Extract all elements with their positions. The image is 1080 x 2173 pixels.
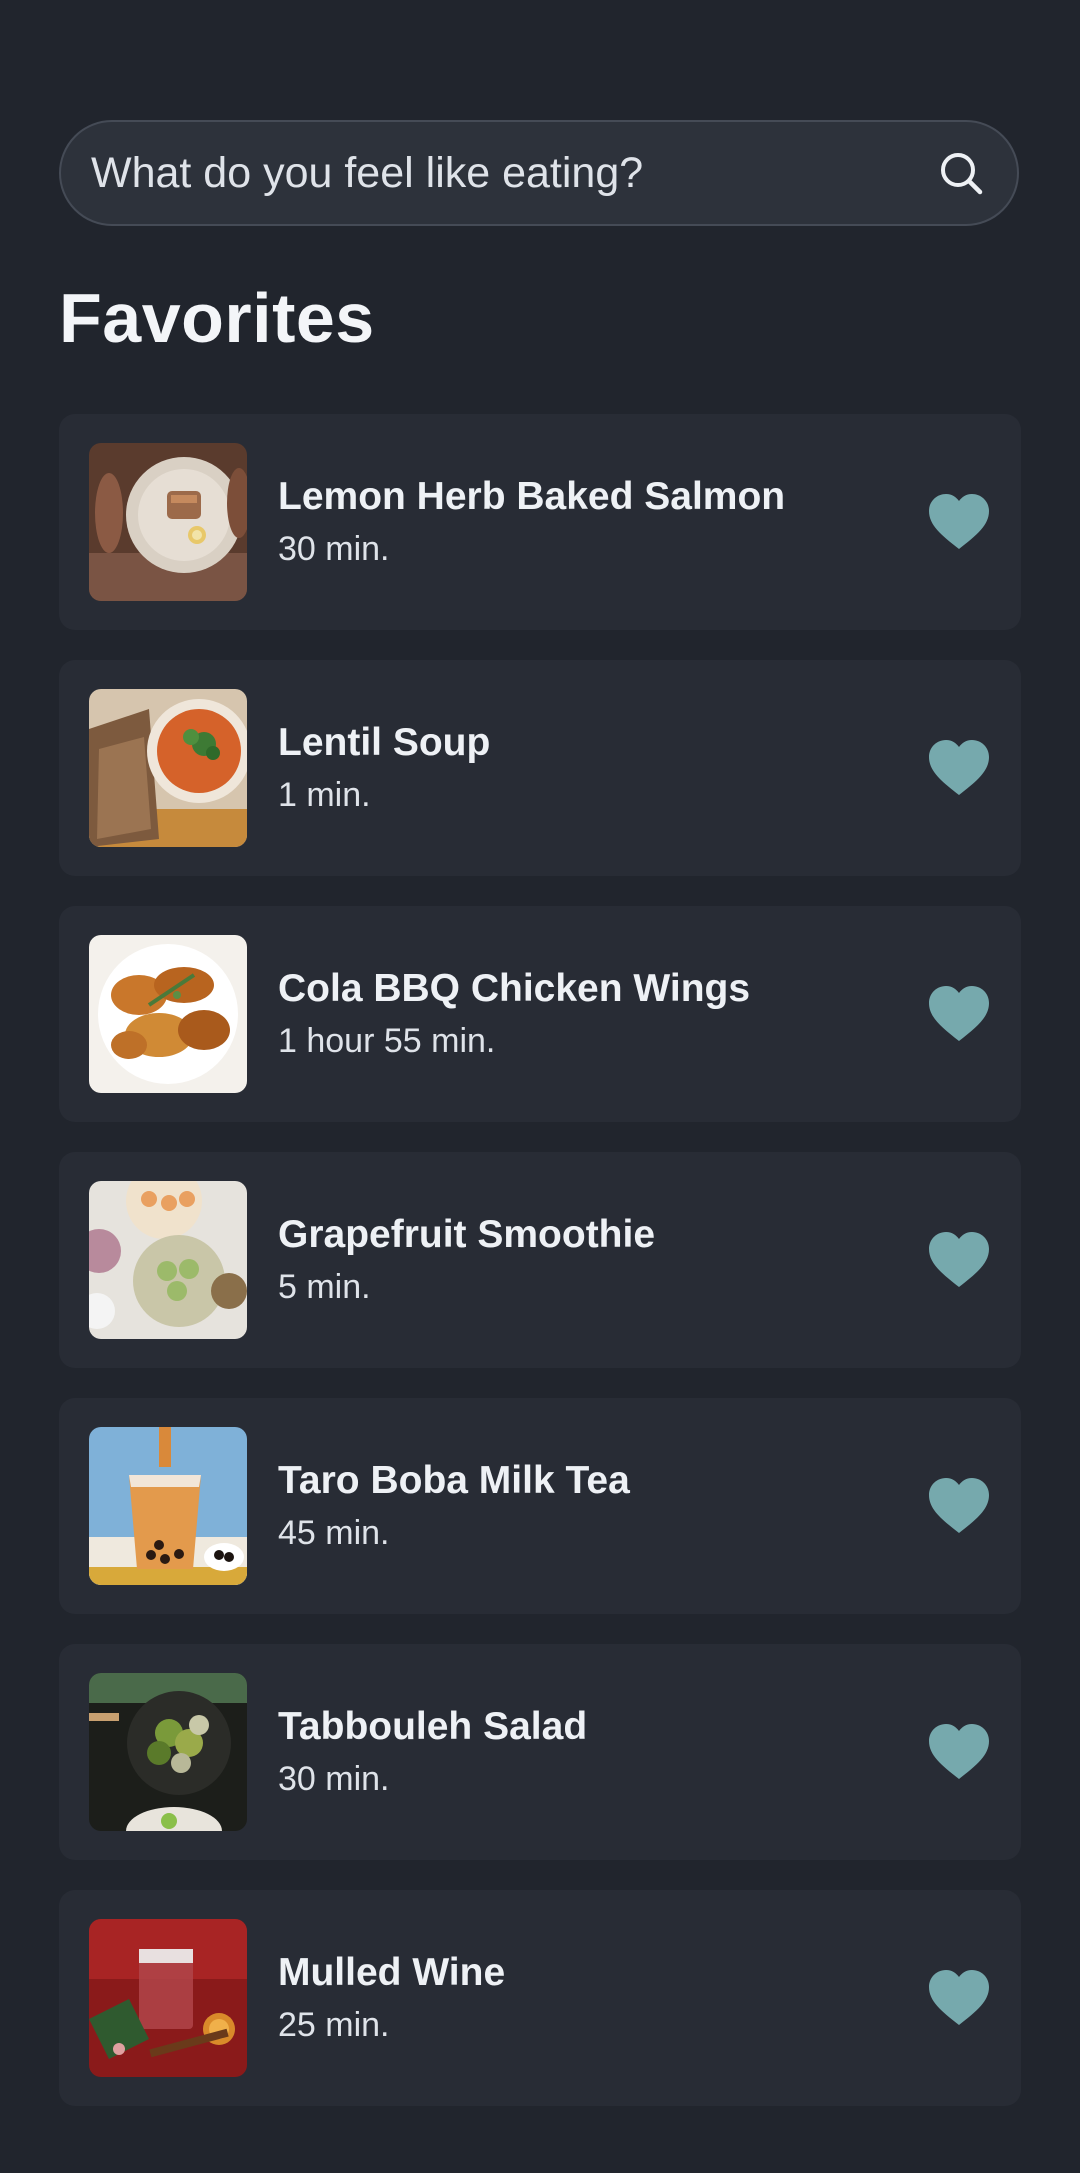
recipe-card[interactable]: Lentil Soup 1 min. — [59, 660, 1021, 876]
recipe-title: Mulled Wine — [278, 1951, 506, 1994]
recipe-card[interactable]: Tabbouleh Salad 30 min. — [59, 1644, 1021, 1860]
recipe-time: 1 hour 55 min. — [278, 1022, 496, 1060]
recipe-time: 30 min. — [278, 1760, 390, 1798]
recipe-time: 1 min. — [278, 776, 371, 814]
page-title: Favorites — [59, 279, 375, 357]
heart-icon[interactable] — [927, 982, 991, 1046]
heart-icon[interactable] — [927, 1474, 991, 1538]
heart-icon[interactable] — [927, 736, 991, 800]
recipe-card[interactable]: Grapefruit Smoothie 5 min. — [59, 1152, 1021, 1368]
recipe-title: Taro Boba Milk Tea — [278, 1459, 630, 1502]
recipe-title: Lemon Herb Baked Salmon — [278, 475, 786, 518]
recipe-title: Cola BBQ Chicken Wings — [278, 967, 751, 1010]
heart-icon[interactable] — [927, 490, 991, 554]
recipe-title: Tabbouleh Salad — [278, 1705, 588, 1748]
recipe-time: 25 min. — [278, 2006, 390, 2044]
recipe-thumbnail — [89, 1181, 247, 1339]
recipe-time: 30 min. — [278, 530, 390, 568]
recipe-card[interactable]: Cola BBQ Chicken Wings 1 hour 55 min. — [59, 906, 1021, 1122]
recipe-title: Lentil Soup — [278, 721, 491, 764]
recipe-card[interactable]: Mulled Wine 25 min. — [59, 1890, 1021, 2106]
recipe-thumbnail — [89, 1673, 247, 1831]
recipe-thumbnail — [89, 1427, 247, 1585]
recipe-thumbnail — [89, 1919, 247, 2077]
recipe-thumbnail — [89, 689, 247, 847]
recipe-card[interactable]: Taro Boba Milk Tea 45 min. — [59, 1398, 1021, 1614]
recipe-time: 45 min. — [278, 1514, 390, 1552]
heart-icon[interactable] — [927, 1228, 991, 1292]
recipe-title: Grapefruit Smoothie — [278, 1213, 656, 1256]
search-input[interactable] — [91, 148, 935, 198]
recipe-time: 5 min. — [278, 1268, 371, 1306]
search-icon[interactable] — [935, 147, 987, 199]
favorites-list: Lemon Herb Baked Salmon 30 min. Lentil S… — [59, 414, 1021, 2136]
recipe-thumbnail — [89, 443, 247, 601]
search-bar[interactable] — [59, 120, 1019, 226]
recipe-card[interactable]: Lemon Herb Baked Salmon 30 min. — [59, 414, 1021, 630]
heart-icon[interactable] — [927, 1720, 991, 1784]
heart-icon[interactable] — [927, 1966, 991, 2030]
recipe-thumbnail — [89, 935, 247, 1093]
